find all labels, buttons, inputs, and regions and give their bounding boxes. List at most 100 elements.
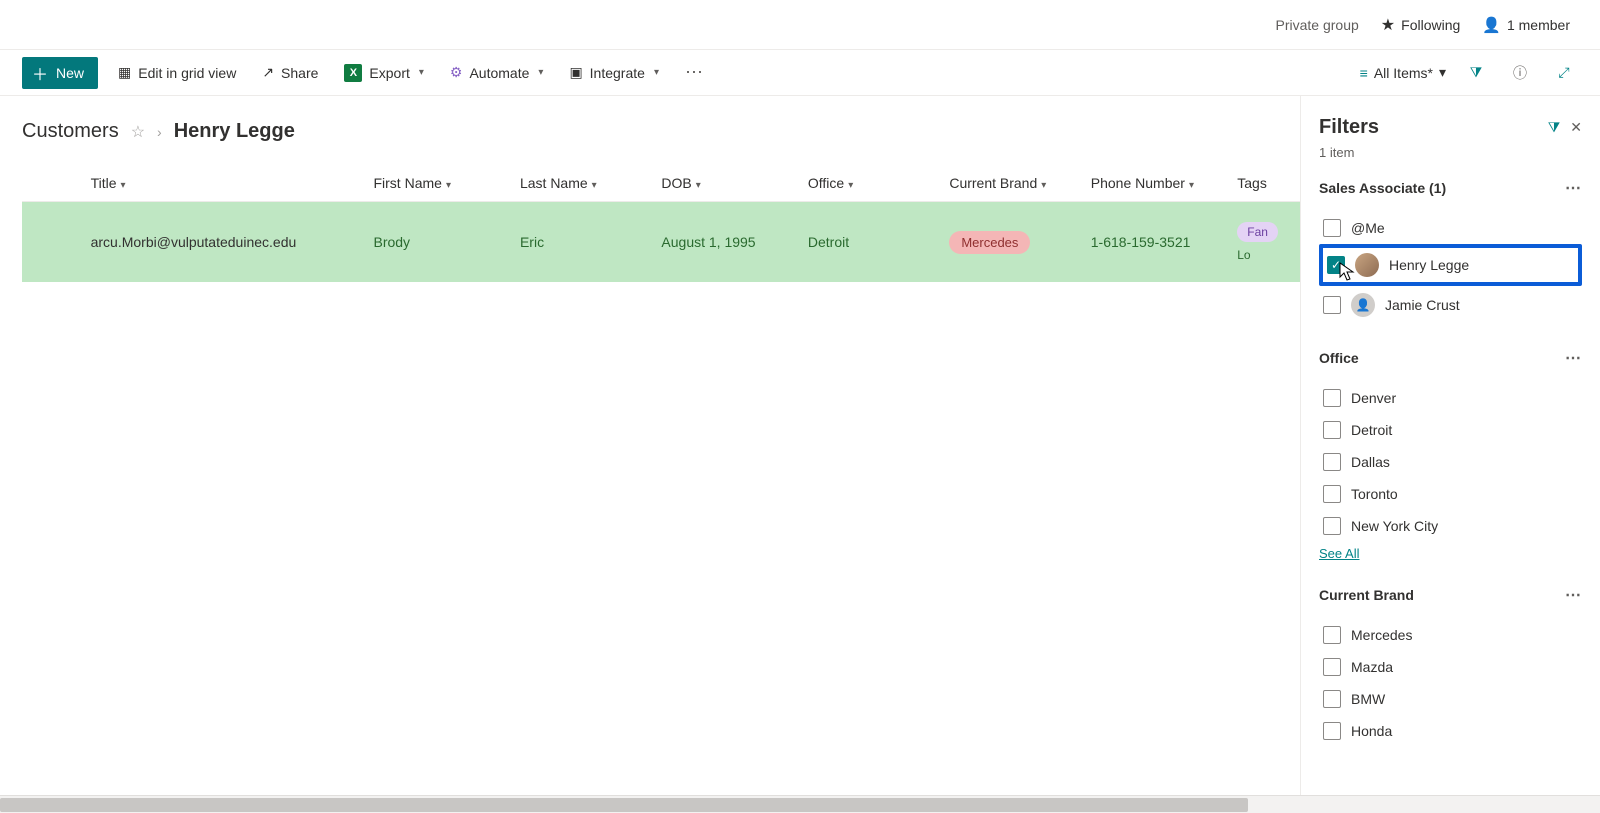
- chevron-down-icon: ▾: [592, 180, 597, 191]
- filter-option-detroit[interactable]: Detroit: [1319, 414, 1582, 446]
- expand-button[interactable]: ⤢: [1550, 59, 1578, 87]
- info-button[interactable]: ⓘ: [1506, 59, 1534, 87]
- clear-filters-icon[interactable]: ⧩: [1548, 119, 1561, 136]
- tag-small: Lo: [1237, 248, 1292, 262]
- col-dob[interactable]: DOB▾: [653, 165, 799, 202]
- checkbox[interactable]: [1323, 517, 1341, 535]
- filter-option-toronto[interactable]: Toronto: [1319, 478, 1582, 510]
- checkbox[interactable]: [1323, 690, 1341, 708]
- edit-grid-button[interactable]: ▦ Edit in grid view: [112, 58, 242, 87]
- filter-option-henry-legge[interactable]: ✓ Henry Legge: [1319, 244, 1582, 286]
- cell-lastname: Eric: [512, 202, 653, 283]
- view-label: All Items*: [1374, 65, 1433, 81]
- chevron-down-icon: ▾: [1041, 180, 1046, 191]
- export-label: Export: [369, 65, 409, 81]
- section-more-button[interactable]: ⋯: [1565, 348, 1582, 368]
- filter-option-label: Toronto: [1351, 486, 1398, 502]
- checkbox[interactable]: [1323, 389, 1341, 407]
- automate-icon: ⚙: [450, 64, 463, 81]
- table-row[interactable]: arcu.Morbi@vulputateduinec.edu Brody Eri…: [22, 202, 1300, 283]
- col-brand[interactable]: Current Brand▾: [941, 165, 1082, 202]
- command-bar: ＋ New ▦ Edit in grid view ↗ Share X Expo…: [0, 50, 1600, 96]
- export-button[interactable]: X Export ▾: [338, 58, 430, 88]
- avatar: [1355, 253, 1379, 277]
- list-name[interactable]: Customers: [22, 120, 119, 143]
- favorite-icon[interactable]: ☆: [131, 122, 145, 142]
- integrate-label: Integrate: [590, 65, 645, 81]
- integrate-button[interactable]: ▣ Integrate ▾: [563, 58, 665, 87]
- automate-label: Automate: [469, 65, 529, 81]
- checkbox[interactable]: [1323, 219, 1341, 237]
- following-label: Following: [1401, 17, 1460, 33]
- chevron-down-icon: ▾: [1439, 64, 1446, 81]
- col-office[interactable]: Office▾: [800, 165, 941, 202]
- chevron-down-icon: ▾: [419, 67, 424, 78]
- filters-title: Filters: [1319, 116, 1379, 139]
- breadcrumb: Customers ☆ › Henry Legge: [22, 120, 1300, 143]
- checkbox[interactable]: [1323, 421, 1341, 439]
- following-toggle[interactable]: ★ Following: [1381, 15, 1460, 35]
- info-icon: ⓘ: [1513, 63, 1527, 83]
- filter-section-title: Office: [1319, 350, 1359, 366]
- table-header-row: Title▾ First Name▾ Last Name▾ DOB▾ Offic…: [22, 165, 1300, 202]
- avatar: 👤: [1351, 293, 1375, 317]
- filter-toggle-button[interactable]: ⧩: [1462, 59, 1490, 87]
- cell-brand: Mercedes: [941, 202, 1082, 283]
- filter-option-me[interactable]: @Me: [1319, 212, 1582, 244]
- filter-option-bmw[interactable]: BMW: [1319, 683, 1582, 715]
- filter-option-honda[interactable]: Honda: [1319, 715, 1582, 747]
- cell-firstname: Brody: [365, 202, 511, 283]
- filter-section-sales-associate: Sales Associate (1) ⋯ @Me ✓ Henry Legge …: [1319, 178, 1582, 324]
- checkbox[interactable]: [1323, 296, 1341, 314]
- view-selector[interactable]: ≡ All Items* ▾: [1360, 64, 1446, 81]
- col-title[interactable]: Title▾: [83, 165, 366, 202]
- data-table: Title▾ First Name▾ Last Name▾ DOB▾ Offic…: [22, 165, 1300, 282]
- filter-option-label: Henry Legge: [1389, 257, 1469, 273]
- filter-option-nyc[interactable]: New York City: [1319, 510, 1582, 542]
- filter-option-label: Detroit: [1351, 422, 1392, 438]
- close-panel-button[interactable]: ✕: [1570, 119, 1582, 136]
- filter-option-label: BMW: [1351, 691, 1385, 707]
- checkbox-checked[interactable]: ✓: [1327, 256, 1345, 274]
- section-more-button[interactable]: ⋯: [1565, 178, 1582, 198]
- checkbox[interactable]: [1323, 658, 1341, 676]
- filter-option-jamie-crust[interactable]: 👤 Jamie Crust: [1319, 286, 1582, 324]
- filter-section-brand: Current Brand ⋯ Mercedes Mazda BMW Honda: [1319, 585, 1582, 747]
- automate-button[interactable]: ⚙ Automate ▾: [444, 58, 550, 87]
- checkbox[interactable]: [1323, 722, 1341, 740]
- filter-section-title: Current Brand: [1319, 587, 1414, 603]
- more-commands-button[interactable]: ⋯: [679, 58, 709, 87]
- filter-icon: ⧩: [1470, 64, 1483, 81]
- chevron-down-icon: ▾: [538, 67, 543, 78]
- brand-pill: Mercedes: [949, 231, 1030, 254]
- chevron-down-icon: ▾: [848, 180, 853, 191]
- col-firstname[interactable]: First Name▾: [365, 165, 511, 202]
- list-icon: ≡: [1360, 65, 1368, 81]
- col-lastname[interactable]: Last Name▾: [512, 165, 653, 202]
- col-phone[interactable]: Phone Number▾: [1083, 165, 1229, 202]
- checkbox[interactable]: [1323, 626, 1341, 644]
- filter-option-label: Denver: [1351, 390, 1396, 406]
- new-button[interactable]: ＋ New: [22, 57, 98, 89]
- filter-option-dallas[interactable]: Dallas: [1319, 446, 1582, 478]
- filters-panel: Filters ⧩ ✕ 1 item Sales Associate (1) ⋯…: [1300, 96, 1600, 813]
- filter-section-title: Sales Associate (1): [1319, 180, 1446, 196]
- section-more-button[interactable]: ⋯: [1565, 585, 1582, 605]
- scrollbar-thumb[interactable]: [0, 798, 1248, 812]
- filter-option-mazda[interactable]: Mazda: [1319, 651, 1582, 683]
- members-link[interactable]: 👤 1 member: [1482, 16, 1570, 34]
- filter-option-label: Jamie Crust: [1385, 297, 1460, 313]
- col-tags[interactable]: Tags: [1229, 165, 1300, 202]
- integrate-icon: ▣: [569, 64, 582, 81]
- share-button[interactable]: ↗ Share: [256, 58, 324, 87]
- filter-option-mercedes[interactable]: Mercedes: [1319, 619, 1582, 651]
- filter-option-denver[interactable]: Denver: [1319, 382, 1582, 414]
- see-all-link[interactable]: See All: [1319, 546, 1359, 561]
- filter-option-label: Mercedes: [1351, 627, 1412, 643]
- chevron-down-icon: ▾: [654, 67, 659, 78]
- main-content: Customers ☆ › Henry Legge Title▾ First N…: [0, 96, 1300, 813]
- share-icon: ↗: [262, 64, 274, 81]
- horizontal-scrollbar[interactable]: [0, 795, 1600, 813]
- checkbox[interactable]: [1323, 485, 1341, 503]
- checkbox[interactable]: [1323, 453, 1341, 471]
